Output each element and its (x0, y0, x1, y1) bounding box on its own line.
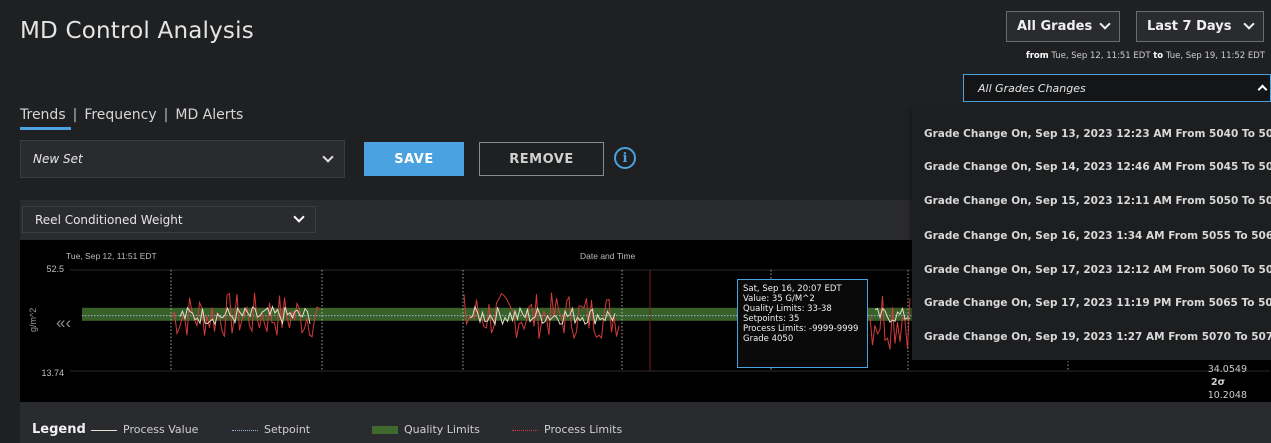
legend-swatch (232, 429, 258, 431)
legend-item-quality-limits: Quality Limits (372, 423, 480, 436)
chevron-down-icon (293, 211, 305, 223)
tooltip-quality-limits: Quality Limits: 33-38 (743, 304, 832, 314)
grade-change-item[interactable]: Grade Change On, Sep 19, 2023 1:27 AM Fr… (924, 331, 1271, 343)
period-select-label: Last 7 Days (1147, 19, 1232, 34)
tooltip-setpoints: Setpoints: 35 (743, 314, 800, 324)
grade-change-item[interactable]: Grade Change On, Sep 15, 2023 12:11 AM F… (924, 195, 1271, 207)
tab-trends[interactable]: Trends (20, 107, 66, 123)
y-min-label: 13.74 (41, 368, 64, 378)
legend-item-setpoint: Setpoint (232, 423, 310, 436)
variable-select[interactable]: Reel Conditioned Weight (22, 206, 316, 233)
period-select[interactable]: Last 7 Days (1136, 11, 1264, 42)
grade-change-item[interactable]: Grade Change On, Sep 13, 2023 12:23 AM F… (924, 128, 1271, 140)
legend-swatch (91, 429, 117, 431)
active-tab-indicator (20, 127, 71, 130)
date-range: from Tue, Sep 12, 11:51 EDT to Tue, Sep … (1026, 51, 1265, 61)
grade-change-item[interactable]: Grade Change On, Sep 16, 2023 1:34 AM Fr… (924, 230, 1271, 242)
tab-separator: | (72, 107, 78, 123)
variable-select-label: Reel Conditioned Weight (35, 212, 183, 227)
tab-frequency[interactable]: Frequency (84, 107, 156, 123)
set-select[interactable]: New Set (20, 140, 345, 178)
chevron-up-icon (1257, 84, 1268, 95)
x-axis-title: Date and Time (580, 251, 636, 261)
tab-bar: Trends | Frequency | MD Alerts (20, 107, 243, 123)
remove-button[interactable]: REMOVE (479, 142, 604, 176)
grade-change-item[interactable]: Grade Change On, Sep 17, 2023 11:19 PM F… (924, 297, 1271, 309)
chart-tooltip: Sat, Sep 16, 20:07 EDT Value: 35 G/M^2 Q… (737, 279, 868, 368)
range-from: Tue, Sep 12, 11:51 EDT (1051, 51, 1151, 61)
legend-label: Quality Limits (404, 423, 480, 436)
chevron-down-icon (1243, 18, 1255, 30)
y-max-label: 52.5 (46, 264, 64, 274)
grade-select[interactable]: All Grades (1006, 11, 1120, 42)
tooltip-time: Sat, Sep 16, 20:07 EDT (743, 284, 842, 294)
legend-label: Setpoint (264, 423, 311, 436)
chevron-down-icon (322, 150, 334, 163)
chevron-down-icon (1099, 18, 1111, 30)
range-from-label: from (1026, 51, 1049, 61)
tooltip-grade: Grade 4050 (743, 334, 794, 344)
stat-value-2: 10.2048 (1207, 390, 1247, 401)
stat-2sigma-label: 2σ (1210, 377, 1225, 388)
page-title: MD Control Analysis (20, 18, 254, 44)
tooltip-value: Value: 35 G/M^2 (743, 294, 815, 304)
set-select-label: New Set (33, 152, 83, 166)
range-to-label: to (1153, 51, 1164, 61)
grade-changes-select[interactable]: All Grades Changes (963, 74, 1271, 102)
legend-label: Process Value (123, 423, 199, 436)
tab-md-alerts[interactable]: MD Alerts (175, 107, 243, 123)
y-axis-unit: g/m^2 (28, 308, 38, 332)
legend-title: Legend (32, 422, 86, 437)
legend-item-process-value: Process Value (91, 423, 198, 436)
grade-change-item[interactable]: Grade Change On, Sep 17, 2023 12:12 AM F… (924, 264, 1271, 276)
grade-changes-select-label: All Grades Changes (978, 81, 1086, 95)
tab-separator: | (163, 107, 169, 123)
chart-start-time: Tue, Sep 12, 11:51 EDT (66, 251, 157, 261)
tooltip-process-limits: Process Limits: -9999-9999 (743, 324, 859, 334)
legend-item-process-limits: Process Limits (512, 423, 622, 436)
info-icon[interactable]: i (614, 147, 636, 169)
range-to: Tue, Sep 19, 11:52 EDT (1165, 51, 1265, 61)
legend-bar (20, 402, 1271, 443)
double-chevron-left-icon[interactable]: «‹ (56, 313, 71, 332)
grade-changes-list: Grade Change On, Sep 13, 2023 12:23 AM F… (912, 108, 1271, 360)
grade-change-item[interactable]: Grade Change On, Sep 14, 2023 12:46 AM F… (924, 161, 1271, 173)
stat-value-1: 34.0549 (1207, 364, 1247, 375)
save-button[interactable]: SAVE (364, 142, 464, 176)
legend-label: Process Limits (544, 423, 623, 436)
grade-select-label: All Grades (1017, 19, 1093, 34)
legend-swatch (372, 426, 398, 434)
legend-swatch (512, 429, 538, 431)
